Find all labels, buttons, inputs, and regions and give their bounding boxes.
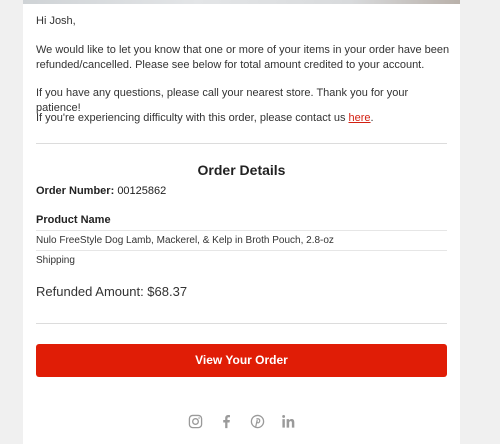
refunded-amount: Refunded Amount: $68.37 xyxy=(36,284,188,299)
contact-us-link[interactable]: here xyxy=(349,112,371,124)
header-image-strip xyxy=(23,0,460,4)
order-number-value: 00125862 xyxy=(117,185,167,197)
greeting: Hi Josh, xyxy=(36,15,76,27)
divider xyxy=(36,323,447,324)
refund-notice-paragraph: We would like to let you know that one o… xyxy=(36,44,450,71)
contact-us-paragraph: If you're experiencing difficulty with t… xyxy=(36,111,451,126)
shipping-row: Shipping xyxy=(36,255,75,266)
facebook-icon[interactable] xyxy=(219,414,234,429)
product-row: Nulo FreeStyle Dog Lamb, Mackerel, & Kel… xyxy=(36,235,334,246)
table-row-divider xyxy=(36,250,447,251)
social-links xyxy=(23,414,460,429)
view-order-button[interactable]: View Your Order xyxy=(36,344,447,377)
order-number-label: Order Number: xyxy=(36,185,115,197)
table-row-divider xyxy=(36,230,447,231)
email-card: Hi Josh, We would like to let you know t… xyxy=(23,0,460,444)
order-details-heading: Order Details xyxy=(197,162,286,178)
product-name-header: Product Name xyxy=(36,214,111,226)
order-number: Order Number: 00125862 xyxy=(36,185,166,197)
contact-us-text: If you're experiencing difficulty with t… xyxy=(36,112,349,124)
linkedin-icon[interactable] xyxy=(281,414,296,429)
instagram-icon[interactable] xyxy=(188,414,203,429)
pinterest-icon[interactable] xyxy=(250,414,265,429)
divider xyxy=(36,143,447,144)
contact-us-period: . xyxy=(370,112,374,124)
